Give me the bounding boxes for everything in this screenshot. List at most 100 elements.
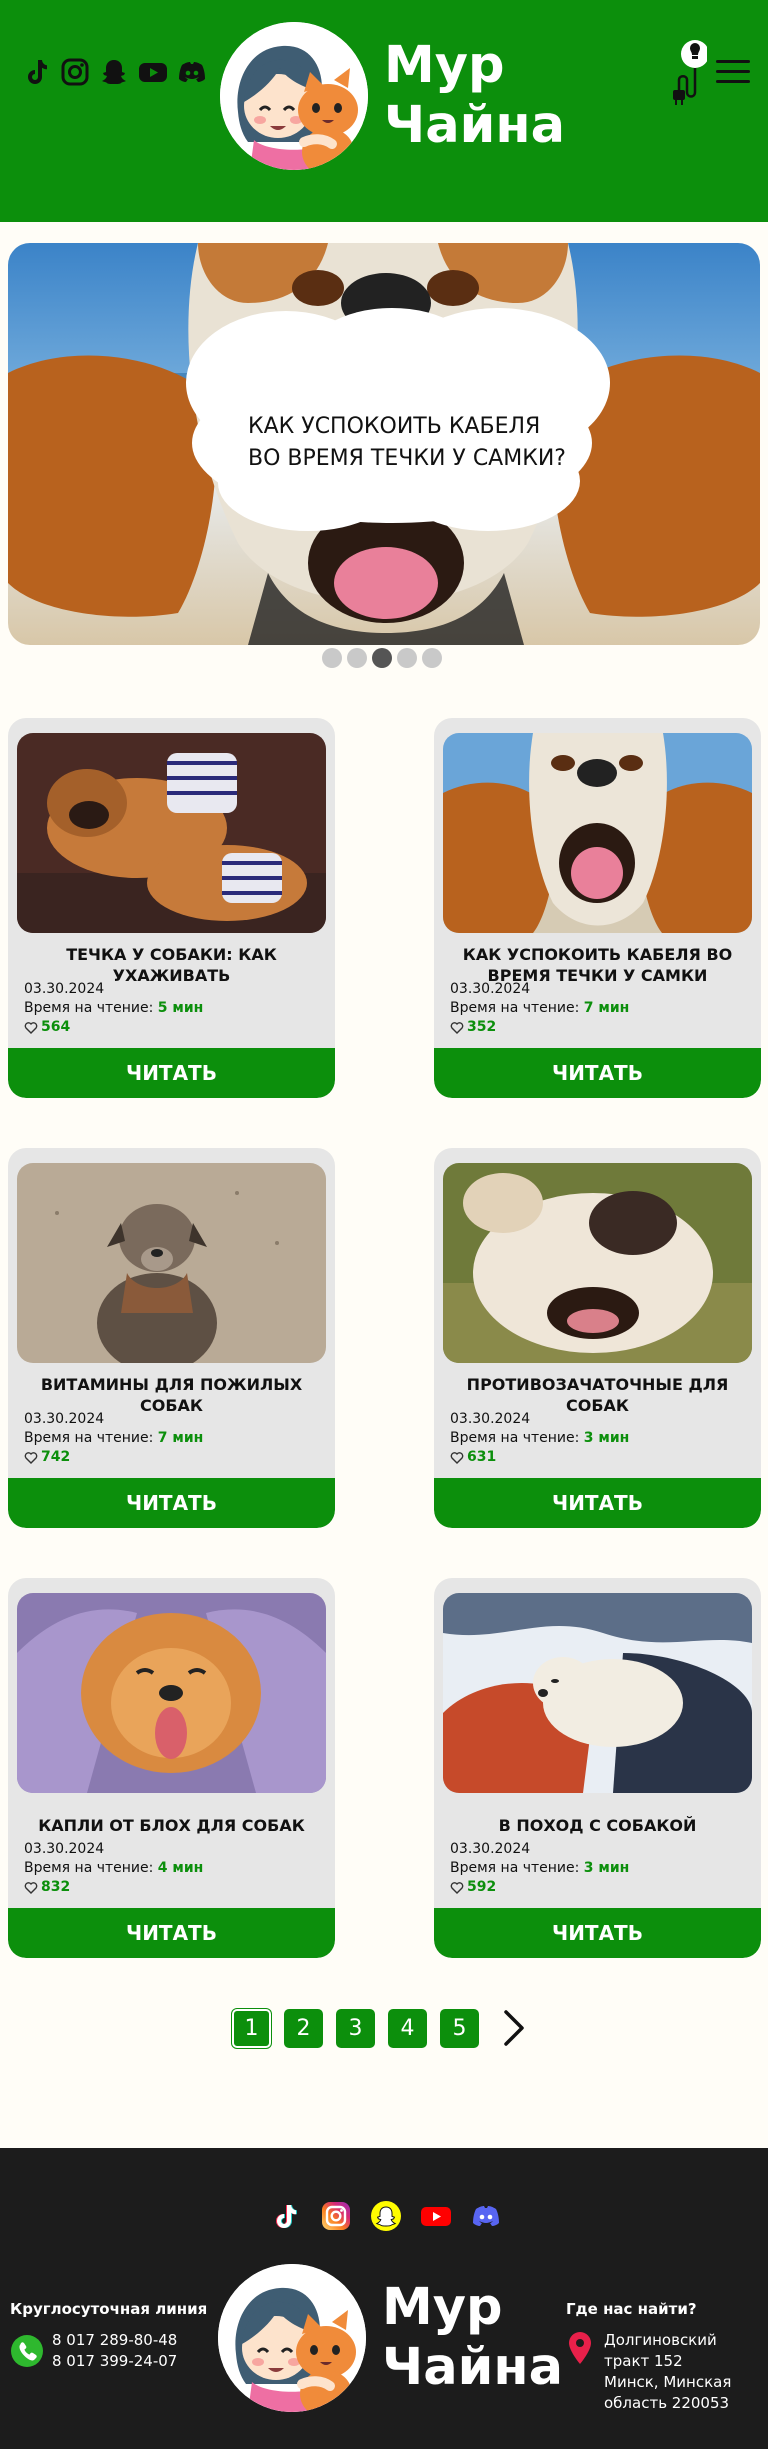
read-time-label: Время на чтение: bbox=[24, 1860, 154, 1876]
logo-wordmark: Мур Чайна bbox=[382, 2278, 563, 2398]
discord-icon[interactable] bbox=[176, 56, 208, 88]
heart-icon bbox=[24, 1021, 38, 1034]
tiktok-icon[interactable] bbox=[20, 56, 52, 88]
hero-caption: КАК УСПОКОИТЬ КАБЕЛЯ ВО ВРЕМЯ ТЕЧКИ У СА… bbox=[248, 411, 608, 475]
discord-icon[interactable] bbox=[470, 2200, 502, 2232]
read-time-label: Время на чтение: bbox=[450, 1860, 580, 1876]
article-card: КАК УСПОКОИТЬ КАБЕЛЯ ВО ВРЕМЯ ТЕЧКИ У СА… bbox=[434, 718, 761, 1098]
read-time-label: Время на чтение: bbox=[24, 1430, 154, 1446]
article-likes: 742 bbox=[24, 1448, 203, 1467]
read-button[interactable]: ЧИТАТЬ bbox=[434, 1908, 761, 1958]
header-social-links bbox=[20, 56, 208, 88]
tiktok-icon[interactable] bbox=[270, 2200, 302, 2232]
slider-dot[interactable] bbox=[347, 648, 367, 668]
read-time-value: 3 мин bbox=[583, 1860, 630, 1876]
location-block: Где нас найти? Долгиновский тракт 152 Ми… bbox=[566, 2300, 754, 2414]
logo-line-2: Чайна bbox=[384, 96, 566, 155]
likes-count: 742 bbox=[41, 1449, 71, 1465]
read-time-value: 4 мин bbox=[157, 1860, 204, 1876]
read-time-value: 7 мин bbox=[157, 1430, 204, 1446]
instagram-icon[interactable] bbox=[59, 56, 91, 88]
slider-dot[interactable] bbox=[322, 648, 342, 668]
instagram-icon[interactable] bbox=[320, 2200, 352, 2232]
site-logo[interactable]: Мур Чайна bbox=[220, 22, 565, 170]
read-button[interactable]: ЧИТАТЬ bbox=[434, 1478, 761, 1528]
hero-caption-line-1: КАК УСПОКОИТЬ КАБЕЛЯ bbox=[248, 414, 541, 439]
slider-dot[interactable] bbox=[422, 648, 442, 668]
article-meta: 03.30.2024 Время на чтение: 7 мин 742 bbox=[24, 1410, 203, 1467]
chevron-right-icon[interactable] bbox=[498, 2008, 528, 2048]
article-likes: 631 bbox=[450, 1448, 629, 1467]
article-image-old-dog[interactable] bbox=[17, 1163, 326, 1363]
read-button[interactable]: ЧИТАТЬ bbox=[8, 1478, 335, 1528]
read-time-label: Время на чтение: bbox=[450, 1000, 580, 1016]
article-date: 03.30.2024 bbox=[450, 1841, 531, 1857]
likes-count: 592 bbox=[467, 1879, 497, 1895]
site-footer: Круглосуточная линия 8 017 289-80-48 8 0… bbox=[0, 2148, 768, 2449]
logo-line-1: Мур bbox=[384, 36, 505, 95]
article-image-beagle[interactable] bbox=[443, 733, 752, 933]
slider-dot[interactable] bbox=[397, 648, 417, 668]
article-date: 03.30.2024 bbox=[24, 1411, 105, 1427]
article-image-puppy-hiking[interactable] bbox=[443, 1593, 752, 1793]
hotline-block: Круглосуточная линия 8 017 289-80-48 8 0… bbox=[10, 2300, 207, 2372]
burger-menu-icon[interactable] bbox=[714, 56, 752, 88]
article-date: 03.30.2024 bbox=[24, 1841, 105, 1857]
read-button[interactable]: ЧИТАТЬ bbox=[8, 1048, 335, 1098]
page-button-3[interactable]: 3 bbox=[336, 2008, 375, 2048]
read-time-value: 7 мин bbox=[583, 1000, 630, 1016]
heart-icon bbox=[450, 1881, 464, 1894]
article-meta: 03.30.2024 Время на чтение: 5 мин 564 bbox=[24, 980, 203, 1037]
likes-count: 564 bbox=[41, 1019, 71, 1035]
phone-link-1[interactable]: 8 017 289-80-48 bbox=[52, 2330, 177, 2351]
article-likes: 832 bbox=[24, 1878, 203, 1897]
article-card: В ПОХОД С СОБАКОЙ 03.30.2024 Время на чт… bbox=[434, 1578, 761, 1958]
logo-mascot-image bbox=[220, 22, 368, 170]
address-line-2: тракт 152 bbox=[604, 2352, 683, 2370]
article-read-time: Время на чтение: 3 мин bbox=[450, 1859, 629, 1878]
footer-social-links bbox=[270, 2200, 502, 2232]
read-time-label: Время на чтение: bbox=[24, 1000, 154, 1016]
pagination: 1 2 3 4 5 bbox=[232, 2008, 528, 2048]
article-read-time: Время на чтение: 7 мин bbox=[450, 999, 629, 1018]
heart-icon bbox=[450, 1451, 464, 1464]
lamp-toggle-icon[interactable] bbox=[667, 38, 707, 108]
article-read-time: Время на чтение: 5 мин bbox=[24, 999, 203, 1018]
logo-line-2: Чайна bbox=[382, 2338, 564, 2397]
article-image-pomeranian[interactable] bbox=[17, 1593, 326, 1793]
phone-link-2[interactable]: 8 017 399-24-07 bbox=[52, 2351, 177, 2372]
likes-count: 631 bbox=[467, 1449, 497, 1465]
read-time-value: 5 мин bbox=[157, 1000, 204, 1016]
page-button-4[interactable]: 4 bbox=[388, 2008, 427, 2048]
article-image-mastiffs[interactable] bbox=[17, 733, 326, 933]
article-read-time: Время на чтение: 4 мин bbox=[24, 1859, 203, 1878]
hero-slider[interactable]: КАК УСПОКОИТЬ КАБЕЛЯ ВО ВРЕМЯ ТЕЧКИ У СА… bbox=[8, 243, 760, 645]
article-meta: 03.30.2024 Время на чтение: 4 мин 832 bbox=[24, 1840, 203, 1897]
article-card: ТЕЧКА У СОБАКИ: КАК УХАЖИВАТЬ 03.30.2024… bbox=[8, 718, 335, 1098]
page-button-1[interactable]: 1 bbox=[232, 2008, 271, 2048]
page-button-5[interactable]: 5 bbox=[440, 2008, 479, 2048]
footer-logo[interactable]: Мур Чайна bbox=[218, 2264, 563, 2412]
article-card: КАПЛИ ОТ БЛОХ ДЛЯ СОБАК 03.30.2024 Время… bbox=[8, 1578, 335, 1958]
article-date: 03.30.2024 bbox=[450, 981, 531, 997]
slider-dots bbox=[322, 648, 442, 668]
location-title: Где нас найти? bbox=[566, 2300, 697, 2318]
slider-dot-active[interactable] bbox=[372, 648, 392, 668]
hero-caption-line-2: ВО ВРЕМЯ ТЕЧКИ У САМКИ? bbox=[248, 446, 566, 471]
read-button[interactable]: ЧИТАТЬ bbox=[434, 1048, 761, 1098]
read-button[interactable]: ЧИТАТЬ bbox=[8, 1908, 335, 1958]
address-text: Долгиновский тракт 152 Минск, Минская об… bbox=[604, 2330, 754, 2414]
page-button-2[interactable]: 2 bbox=[284, 2008, 323, 2048]
snapchat-icon[interactable] bbox=[370, 2200, 402, 2232]
map-pin-icon bbox=[566, 2330, 594, 2366]
article-likes: 592 bbox=[450, 1878, 629, 1897]
logo-wordmark: Мур Чайна bbox=[384, 36, 565, 156]
article-image-white-dog[interactable] bbox=[443, 1163, 752, 1363]
snapchat-icon[interactable] bbox=[98, 56, 130, 88]
article-card: ПРОТИВОЗАЧАТОЧНЫЕ ДЛЯ СОБАК 03.30.2024 В… bbox=[434, 1148, 761, 1528]
article-meta: 03.30.2024 Время на чтение: 7 мин 352 bbox=[450, 980, 629, 1037]
article-date: 03.30.2024 bbox=[24, 981, 105, 997]
youtube-icon[interactable] bbox=[420, 2200, 452, 2232]
youtube-icon[interactable] bbox=[137, 56, 169, 88]
likes-count: 352 bbox=[467, 1019, 497, 1035]
